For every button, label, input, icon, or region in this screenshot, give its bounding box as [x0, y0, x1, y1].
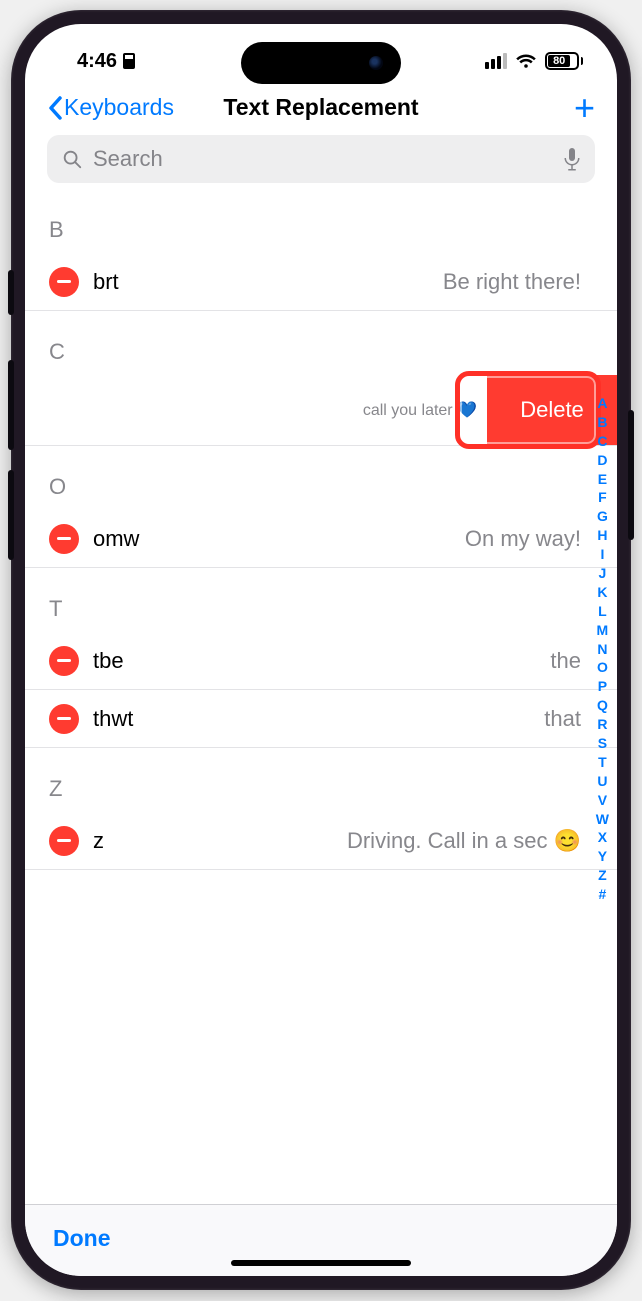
shortcut-text: omw — [93, 526, 139, 552]
dynamic-island — [241, 42, 401, 84]
phrase-text: call you later 💙 — [49, 400, 487, 420]
delete-minus-icon[interactable] — [49, 267, 79, 297]
delete-minus-icon[interactable] — [49, 704, 79, 734]
list-item[interactable]: brt Be right there! — [25, 253, 617, 311]
index-letter[interactable]: K — [597, 583, 607, 602]
battery-icon: 80 — [545, 52, 583, 70]
phrase-text: the — [124, 648, 593, 674]
index-letter[interactable]: C — [597, 432, 607, 451]
index-letter[interactable]: R — [597, 715, 607, 734]
done-button[interactable]: Done — [53, 1225, 111, 1251]
list-item[interactable]: z Driving. Call in a sec 😊 — [25, 812, 617, 870]
index-letter[interactable]: S — [598, 734, 607, 753]
phrase-text: On my way! — [139, 526, 593, 552]
navigation-bar: Keyboards Text Replacement + — [25, 84, 617, 129]
index-letter[interactable]: U — [597, 772, 607, 791]
list-content[interactable]: B brt Be right there! C call you later 💙… — [25, 189, 617, 1204]
sim-icon — [123, 53, 135, 69]
back-label: Keyboards — [64, 94, 174, 121]
delete-minus-icon[interactable] — [49, 826, 79, 856]
phrase-text: Driving. Call in a sec 😊 — [104, 828, 593, 854]
index-letter[interactable]: P — [598, 677, 607, 696]
section-header-O: O — [25, 446, 617, 510]
index-letter[interactable]: B — [597, 413, 607, 432]
mic-icon[interactable] — [563, 147, 581, 171]
delete-minus-icon[interactable] — [49, 646, 79, 676]
delete-minus-icon[interactable] — [49, 524, 79, 554]
add-button[interactable]: + — [574, 97, 595, 119]
back-button[interactable]: Keyboards — [47, 94, 174, 121]
index-letter[interactable]: F — [598, 488, 607, 507]
list-item[interactable]: call you later 💙 Delete — [25, 375, 617, 446]
index-letter[interactable]: X — [598, 828, 607, 847]
status-time: 4:46 — [77, 50, 117, 73]
index-letter[interactable]: # — [598, 885, 606, 904]
section-header-T: T — [25, 568, 617, 632]
shortcut-text: z — [93, 828, 104, 854]
index-letter[interactable]: Y — [598, 847, 607, 866]
section-header-C: C — [25, 311, 617, 375]
index-letter[interactable]: G — [597, 507, 608, 526]
index-letter[interactable]: W — [596, 810, 609, 829]
search-field[interactable] — [47, 135, 595, 183]
list-item[interactable]: thwt that — [25, 690, 617, 748]
shortcut-text: thwt — [93, 706, 133, 732]
list-item[interactable]: omw On my way! — [25, 510, 617, 568]
home-indicator[interactable] — [231, 1260, 411, 1266]
phrase-text: that — [133, 706, 593, 732]
index-letter[interactable]: L — [598, 602, 607, 621]
index-letter[interactable]: M — [597, 621, 609, 640]
cellular-icon — [485, 53, 507, 69]
section-index[interactable]: A B C D E F G H I J K L M N O P Q R S T … — [596, 394, 609, 904]
index-letter[interactable]: A — [597, 394, 607, 413]
list-item[interactable]: tbe the — [25, 632, 617, 690]
index-letter[interactable]: Q — [597, 696, 608, 715]
section-header-Z: Z — [25, 748, 617, 812]
index-letter[interactable]: T — [598, 753, 607, 772]
index-letter[interactable]: D — [597, 451, 607, 470]
phrase-text: Be right there! — [119, 269, 593, 295]
search-icon — [61, 148, 83, 170]
index-letter[interactable]: I — [600, 545, 604, 564]
index-letter[interactable]: Z — [598, 866, 607, 885]
index-letter[interactable]: H — [597, 526, 607, 545]
wifi-icon — [515, 53, 537, 69]
shortcut-text: tbe — [93, 648, 124, 674]
index-letter[interactable]: N — [597, 640, 607, 659]
index-letter[interactable]: E — [598, 470, 607, 489]
shortcut-text: brt — [93, 269, 119, 295]
index-letter[interactable]: O — [597, 658, 608, 677]
index-letter[interactable]: J — [598, 564, 606, 583]
section-header-B: B — [25, 189, 617, 253]
index-letter[interactable]: V — [598, 791, 607, 810]
search-input[interactable] — [93, 146, 553, 172]
